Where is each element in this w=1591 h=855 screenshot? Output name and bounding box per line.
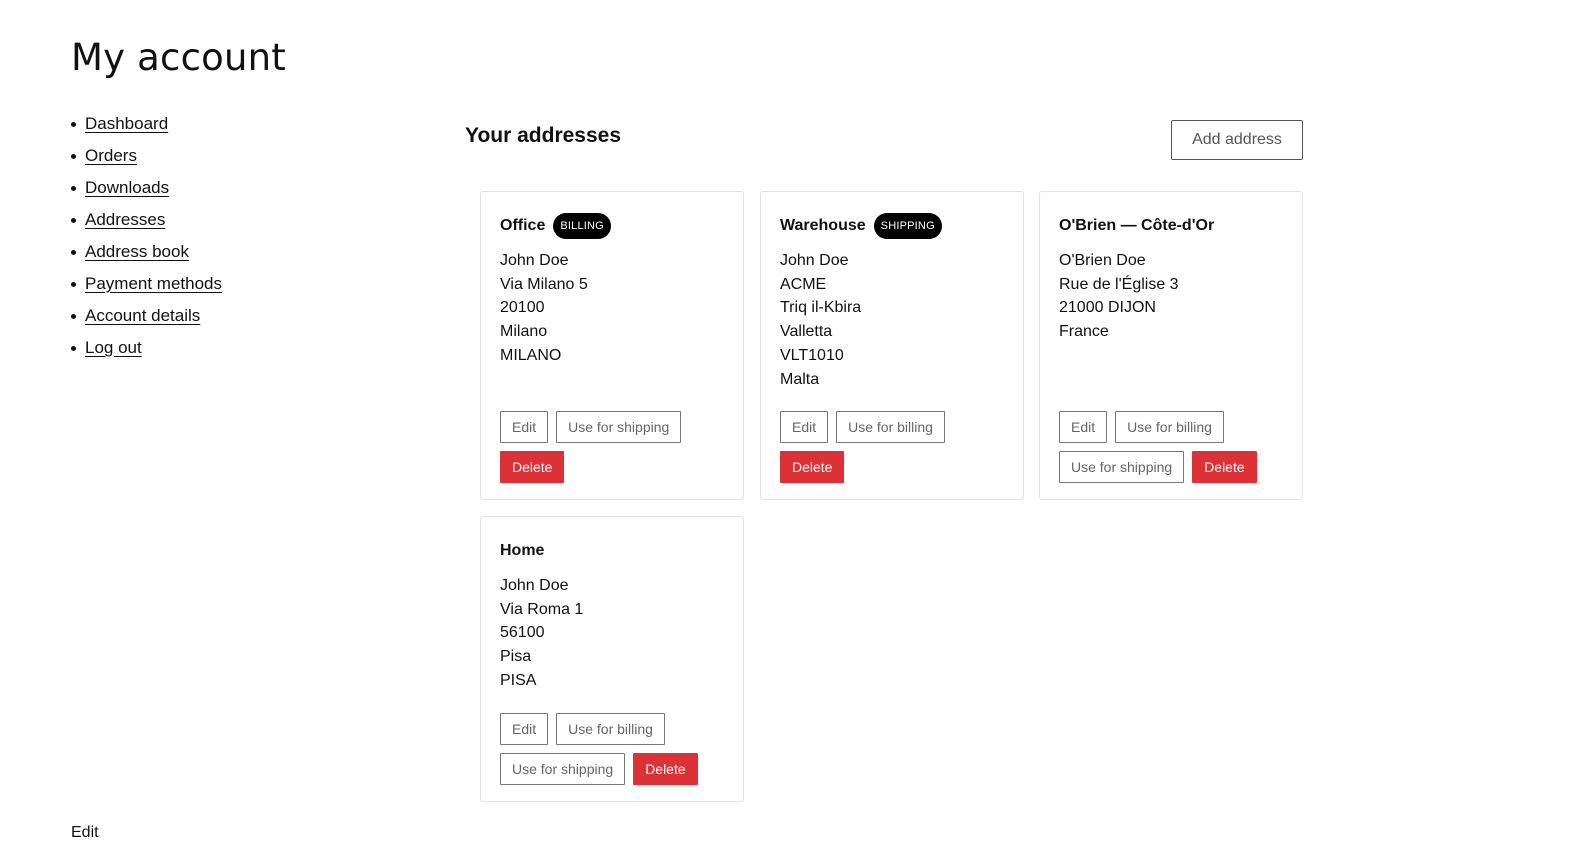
add-address-button[interactable]: Add address <box>1171 120 1303 160</box>
nav-link-address-book[interactable]: Address book <box>85 242 189 262</box>
card-header: Office BILLING <box>500 212 724 240</box>
address-card-obrien: O'Brien — Côte-d'Or O'Brien Doe Rue de l… <box>1039 191 1303 500</box>
address-name: O'Brien — Côte-d'Or <box>1059 217 1215 234</box>
card-actions: Edit Use for shipping Delete <box>500 411 682 491</box>
address-line: VLT1010 <box>780 346 844 364</box>
card-header: Warehouse SHIPPING <box>780 212 1004 240</box>
address-line: John Doe <box>780 252 849 269</box>
edit-button[interactable]: Edit <box>1059 411 1108 443</box>
section-title: Your addresses <box>465 124 622 147</box>
edit-button[interactable]: Edit <box>780 411 829 443</box>
bullet-icon <box>71 249 76 255</box>
address-line: Via Milano 5 <box>500 275 588 293</box>
address-line: Valletta <box>780 323 833 341</box>
nav-item-downloads: Downloads <box>71 172 222 204</box>
bullet-icon <box>71 281 76 287</box>
address-line: John Doe <box>500 252 569 269</box>
page-title: My account <box>71 36 286 79</box>
nav-link-dashboard[interactable]: Dashboard <box>85 114 168 134</box>
address-line: France <box>1059 323 1109 341</box>
delete-button[interactable]: Delete <box>500 451 565 483</box>
use-for-billing-button[interactable]: Use for billing <box>556 713 665 745</box>
address-line: O'Brien Doe <box>1059 252 1146 269</box>
address-lines: O'Brien Doe Rue de l'Église 3 21000 DIJO… <box>1059 249 1283 344</box>
address-line: Via Roma 1 <box>500 600 584 618</box>
bullet-icon <box>71 121 76 127</box>
nav-item-dashboard: Dashboard <box>71 108 222 140</box>
address-line: Malta <box>780 370 820 388</box>
address-lines: John Doe ACME Triq il-Kbira Valletta VLT… <box>780 249 1004 391</box>
bullet-icon <box>71 153 76 159</box>
bullet-icon <box>71 185 76 191</box>
shipping-badge: SHIPPING <box>873 213 942 239</box>
address-lines: John Doe Via Roma 1 56100 Pisa PISA <box>500 574 724 693</box>
address-line: 20100 <box>500 299 545 317</box>
bullet-icon <box>71 217 76 223</box>
edit-button[interactable]: Edit <box>500 713 549 745</box>
bullet-icon <box>71 313 76 319</box>
nav-link-log-out[interactable]: Log out <box>85 338 142 358</box>
address-card-warehouse: Warehouse SHIPPING John Doe ACME Triq il… <box>760 191 1024 500</box>
delete-button[interactable]: Delete <box>1192 451 1257 483</box>
address-card-office: Office BILLING John Doe Via Milano 5 201… <box>480 191 744 500</box>
nav-item-account-details: Account details <box>71 300 222 332</box>
nav-link-payment-methods[interactable]: Payment methods <box>85 274 222 294</box>
nav-link-account-details[interactable]: Account details <box>85 306 200 326</box>
card-actions: Edit Use for billing Delete <box>780 411 945 491</box>
use-for-shipping-button[interactable]: Use for shipping <box>1059 451 1185 483</box>
delete-button[interactable]: Delete <box>633 753 698 785</box>
nav-link-orders[interactable]: Orders <box>85 146 137 166</box>
nav-item-address-book: Address book <box>71 236 222 268</box>
nav-link-addresses[interactable]: Addresses <box>85 210 165 230</box>
nav-item-addresses: Addresses <box>71 204 222 236</box>
use-for-shipping-button[interactable]: Use for shipping <box>500 753 626 785</box>
use-for-billing-button[interactable]: Use for billing <box>1115 411 1224 443</box>
address-line: Milano <box>500 323 548 341</box>
address-line: 21000 DIJON <box>1059 299 1156 317</box>
address-line: Pisa <box>500 648 532 666</box>
nav-link-downloads[interactable]: Downloads <box>85 178 169 198</box>
card-header: O'Brien — Côte-d'Or <box>1059 212 1283 240</box>
address-line: Rue de l'Église 3 <box>1059 275 1179 293</box>
address-line: John Doe <box>500 577 569 594</box>
nav-item-log-out: Log out <box>71 332 222 364</box>
address-line: ACME <box>780 275 827 293</box>
address-lines: John Doe Via Milano 5 20100 Milano MILAN… <box>500 249 724 368</box>
nav-item-orders: Orders <box>71 140 222 172</box>
footer-edit-link[interactable]: Edit <box>71 824 99 842</box>
card-header: Home <box>500 537 724 565</box>
address-name: Home <box>500 542 545 559</box>
delete-button[interactable]: Delete <box>780 451 845 483</box>
address-line: Triq il-Kbira <box>780 299 862 317</box>
address-card-home: Home John Doe Via Roma 1 56100 Pisa PISA… <box>480 516 744 802</box>
address-name: Office <box>500 217 546 234</box>
bullet-icon <box>71 345 76 351</box>
address-line: 56100 <box>500 624 545 642</box>
address-name: Warehouse <box>780 217 866 234</box>
use-for-billing-button[interactable]: Use for billing <box>836 411 945 443</box>
card-actions: Edit Use for billing Use for shipping De… <box>500 713 698 793</box>
edit-button[interactable]: Edit <box>500 411 549 443</box>
nav-item-payment-methods: Payment methods <box>71 268 222 300</box>
account-navigation: Dashboard Orders Downloads Addresses Add… <box>71 108 222 364</box>
card-actions: Edit Use for billing Use for shipping De… <box>1059 411 1257 491</box>
billing-badge: BILLING <box>553 213 611 239</box>
use-for-shipping-button[interactable]: Use for shipping <box>556 411 682 443</box>
address-line: PISA <box>500 671 537 689</box>
address-line: MILANO <box>500 346 562 364</box>
